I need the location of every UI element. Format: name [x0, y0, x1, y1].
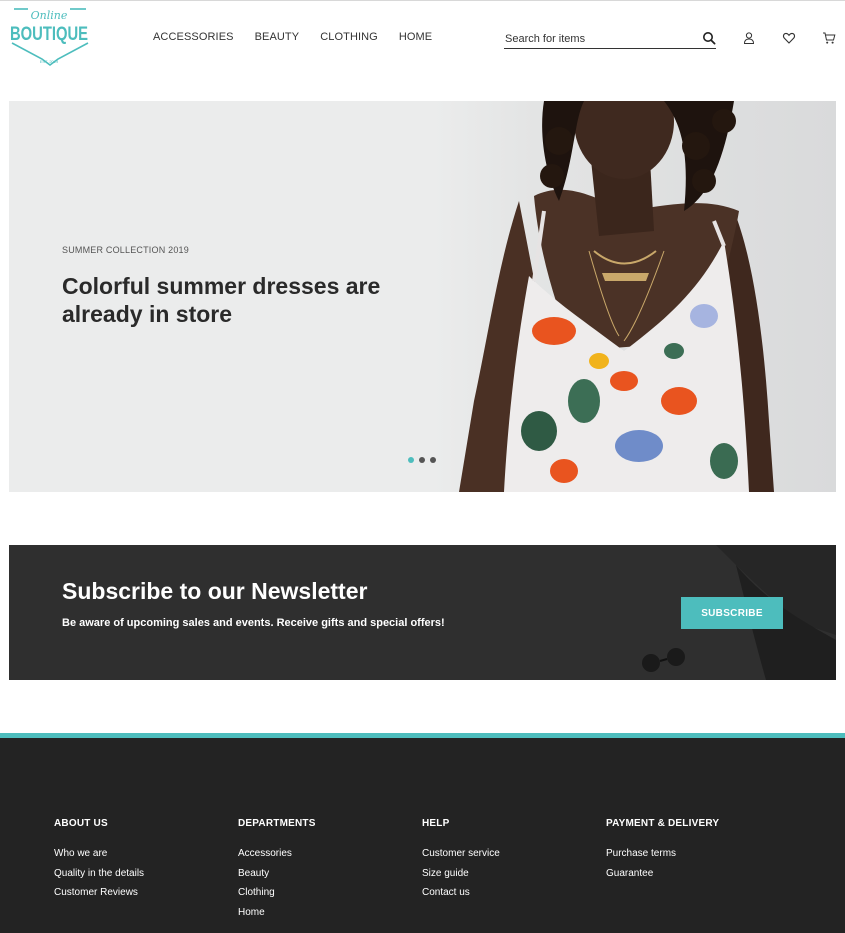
- footer-link-contact[interactable]: Contact us: [422, 887, 500, 907]
- newsletter-subtitle: Be aware of upcoming sales and events. R…: [62, 617, 445, 629]
- logo-online-text: Online: [31, 9, 68, 22]
- search-input[interactable]: [504, 29, 684, 47]
- footer-col-departments: DEPARTMENTS Accessories Beauty Clothing …: [238, 818, 316, 926]
- hero-photo: [434, 101, 836, 492]
- footer-link-purchase-terms[interactable]: Purchase terms: [606, 848, 719, 868]
- search-bar: [504, 29, 716, 49]
- newsletter-title: Subscribe to our Newsletter: [62, 578, 368, 604]
- heart-icon[interactable]: [782, 31, 796, 45]
- carousel-dot-1[interactable]: [408, 457, 414, 463]
- site-footer: ABOUT US Who we are Quality in the detai…: [0, 733, 845, 933]
- carousel-dots: [408, 457, 436, 463]
- footer-col-payment: PAYMENT & DELIVERY Purchase terms Guaran…: [606, 818, 719, 887]
- footer-link-clothing[interactable]: Clothing: [238, 887, 316, 907]
- carousel-dot-3[interactable]: [430, 457, 436, 463]
- hero-eyebrow: SUMMER COLLECTION 2019: [62, 245, 189, 255]
- footer-col-help: HELP Customer service Size guide Contact…: [422, 818, 500, 907]
- footer-link-accessories[interactable]: Accessories: [238, 848, 316, 868]
- footer-heading-departments: DEPARTMENTS: [238, 818, 316, 829]
- logo-main-text: BOUTIQUE: [10, 24, 88, 45]
- search-icon[interactable]: [702, 31, 716, 45]
- footer-heading-help: HELP: [422, 818, 450, 829]
- nav-clothing[interactable]: CLOTHING: [320, 31, 378, 43]
- footer-link-guarantee[interactable]: Guarantee: [606, 868, 719, 888]
- footer-link-customer-service[interactable]: Customer service: [422, 848, 500, 868]
- subscribe-button[interactable]: SUBSCRIBE: [681, 597, 783, 629]
- logo-est-text: EST. 2019: [40, 59, 59, 64]
- nav-home[interactable]: HOME: [399, 31, 432, 43]
- newsletter-banner: Subscribe to our Newsletter Be aware of …: [9, 545, 836, 680]
- footer-heading-payment: PAYMENT & DELIVERY: [606, 818, 720, 829]
- main-nav: ACCESSORIES BEAUTY CLOTHING HOME: [153, 31, 453, 43]
- cart-icon[interactable]: [822, 31, 836, 45]
- hero-banner: SUMMER COLLECTION 2019 Colorful summer d…: [9, 101, 836, 492]
- footer-link-size-guide[interactable]: Size guide: [422, 868, 500, 888]
- carousel-dot-2[interactable]: [419, 457, 425, 463]
- user-icon[interactable]: [742, 31, 756, 45]
- nav-accessories[interactable]: ACCESSORIES: [153, 31, 234, 43]
- footer-col-about: ABOUT US Who we are Quality in the detai…: [54, 818, 144, 907]
- hero-title: Colorful summer dresses are already in s…: [62, 273, 381, 327]
- footer-link-beauty[interactable]: Beauty: [238, 868, 316, 888]
- footer-link-reviews[interactable]: Customer Reviews: [54, 887, 144, 907]
- site-header: Online BOUTIQUE EST. 2019 ACCESSORIES BE…: [0, 1, 845, 71]
- footer-link-home[interactable]: Home: [238, 907, 316, 927]
- logo[interactable]: Online BOUTIQUE EST. 2019: [8, 7, 92, 67]
- footer-link-quality[interactable]: Quality in the details: [54, 868, 144, 888]
- nav-beauty[interactable]: BEAUTY: [255, 31, 300, 43]
- footer-link-who-we-are[interactable]: Who we are: [54, 848, 144, 868]
- footer-heading-about: ABOUT US: [54, 818, 108, 829]
